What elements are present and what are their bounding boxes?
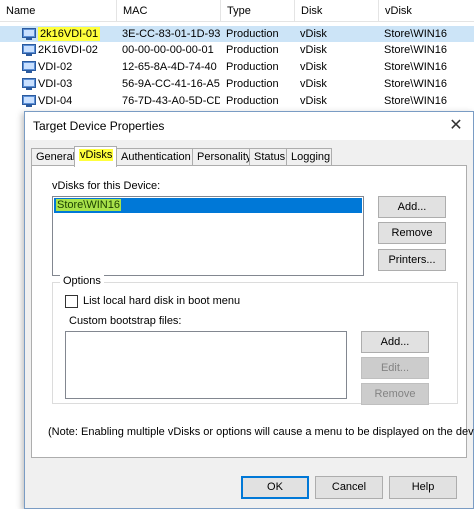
vdisk-listbox[interactable]: Store\WIN16 [52,196,364,276]
custom-bootstrap-label: Custom bootstrap files: [69,315,182,327]
device-disk: vDisk [300,61,327,73]
vdisks-tab-panel: vDisks for this Device: Store\WIN16 Add.… [31,165,474,458]
add-vdisk-button[interactable]: Add... [378,196,446,218]
tab-authentication[interactable]: Authentication [116,148,193,166]
note-text: (Note: Enabling multiple vDisks or optio… [48,426,474,438]
vdisk-list-item[interactable]: Store\WIN16 [54,198,362,213]
device-disk: vDisk [300,78,327,90]
close-icon[interactable]: ✕ [443,114,469,138]
device-name: VDI-04 [38,95,73,107]
vdisks-for-device-label: vDisks for this Device: [52,180,161,192]
options-groupbox: Options List local hard disk in boot men… [52,275,458,405]
device-vdisk: Store\WIN16 [384,44,447,56]
device-vdisk: Store\WIN16 [384,28,447,40]
cancel-button[interactable]: Cancel [315,476,383,499]
device-disk: vDisk [300,44,327,56]
device-vdisk: Store\WIN16 [384,61,447,73]
screen: Name MAC Type Disk vDisk 2k16VDI-01 3E-C… [0,0,474,509]
device-vdisk: Store\WIN16 [384,95,447,107]
device-name: VDI-03 [38,78,73,90]
table-row[interactable]: VDI-02 12-65-8A-4D-74-40 Production vDis… [0,59,474,75]
tab-status[interactable]: Status [249,148,287,166]
dialog-title: Target Device Properties [33,119,165,133]
remove-vdisk-button[interactable]: Remove [378,222,446,244]
tab-personality[interactable]: Personality [192,148,251,166]
device-type: Production [226,95,279,107]
help-button[interactable]: Help [389,476,457,499]
device-type: Production [226,44,279,56]
table-row[interactable]: VDI-03 56-9A-CC-41-16-A5 Production vDis… [0,76,474,92]
device-mac: 3E-CC-83-01-1D-93 [122,28,220,40]
device-mac: 00-00-00-00-00-01 [122,44,214,56]
remove-bootstrap-button[interactable]: Remove [361,383,429,405]
column-header-vdisk[interactable]: vDisk [378,0,474,22]
tab-logging[interactable]: Logging [286,148,332,166]
target-device-properties-dialog: Target Device Properties ✕ General vDisk… [24,111,474,509]
list-local-disk-label: List local hard disk in boot menu [83,295,241,307]
device-disk: vDisk [300,95,327,107]
column-header-disk[interactable]: Disk [294,0,378,22]
dialog-titlebar[interactable]: Target Device Properties ✕ [25,112,473,140]
device-type: Production [226,28,279,40]
table-row[interactable]: 2K16VDI-02 00-00-00-00-00-01 Production … [0,42,474,58]
bootstrap-files-listbox[interactable] [65,331,347,399]
device-table-header: Name MAC Type Disk vDisk [0,0,474,22]
device-mac: 76-7D-43-A0-5D-CD [122,95,220,107]
tab-vdisks[interactable]: vDisks [74,146,117,167]
column-header-name[interactable]: Name [0,0,116,22]
device-type: Production [226,61,279,73]
device-name: VDI-02 [38,61,73,73]
device-disk: vDisk [300,28,327,40]
options-legend: Options [60,275,104,287]
device-mac: 56-9A-CC-41-16-A5 [122,78,220,90]
device-mac: 12-65-8A-4D-74-40 [122,61,217,73]
column-header-mac[interactable]: MAC [116,0,220,22]
device-name: 2K16VDI-02 [38,44,98,56]
tab-vdisks-label: vDisks [79,149,114,161]
printers-button[interactable]: Printers... [378,249,446,271]
list-local-disk-checkbox[interactable] [65,295,78,308]
ok-button[interactable]: OK [241,476,309,499]
add-bootstrap-button[interactable]: Add... [361,331,429,353]
table-row[interactable]: VDI-04 76-7D-43-A0-5D-CD Production vDis… [0,93,474,109]
device-name: 2k16VDI-01 [38,27,101,41]
vdisk-list-item-label: Store\WIN16 [56,199,121,211]
tab-general[interactable]: General [31,148,75,166]
table-row[interactable]: 2k16VDI-01 3E-CC-83-01-1D-93 Production … [0,26,474,42]
device-vdisk: Store\WIN16 [384,78,447,90]
column-header-type[interactable]: Type [220,0,294,22]
edit-bootstrap-button[interactable]: Edit... [361,357,429,379]
device-type: Production [226,78,279,90]
